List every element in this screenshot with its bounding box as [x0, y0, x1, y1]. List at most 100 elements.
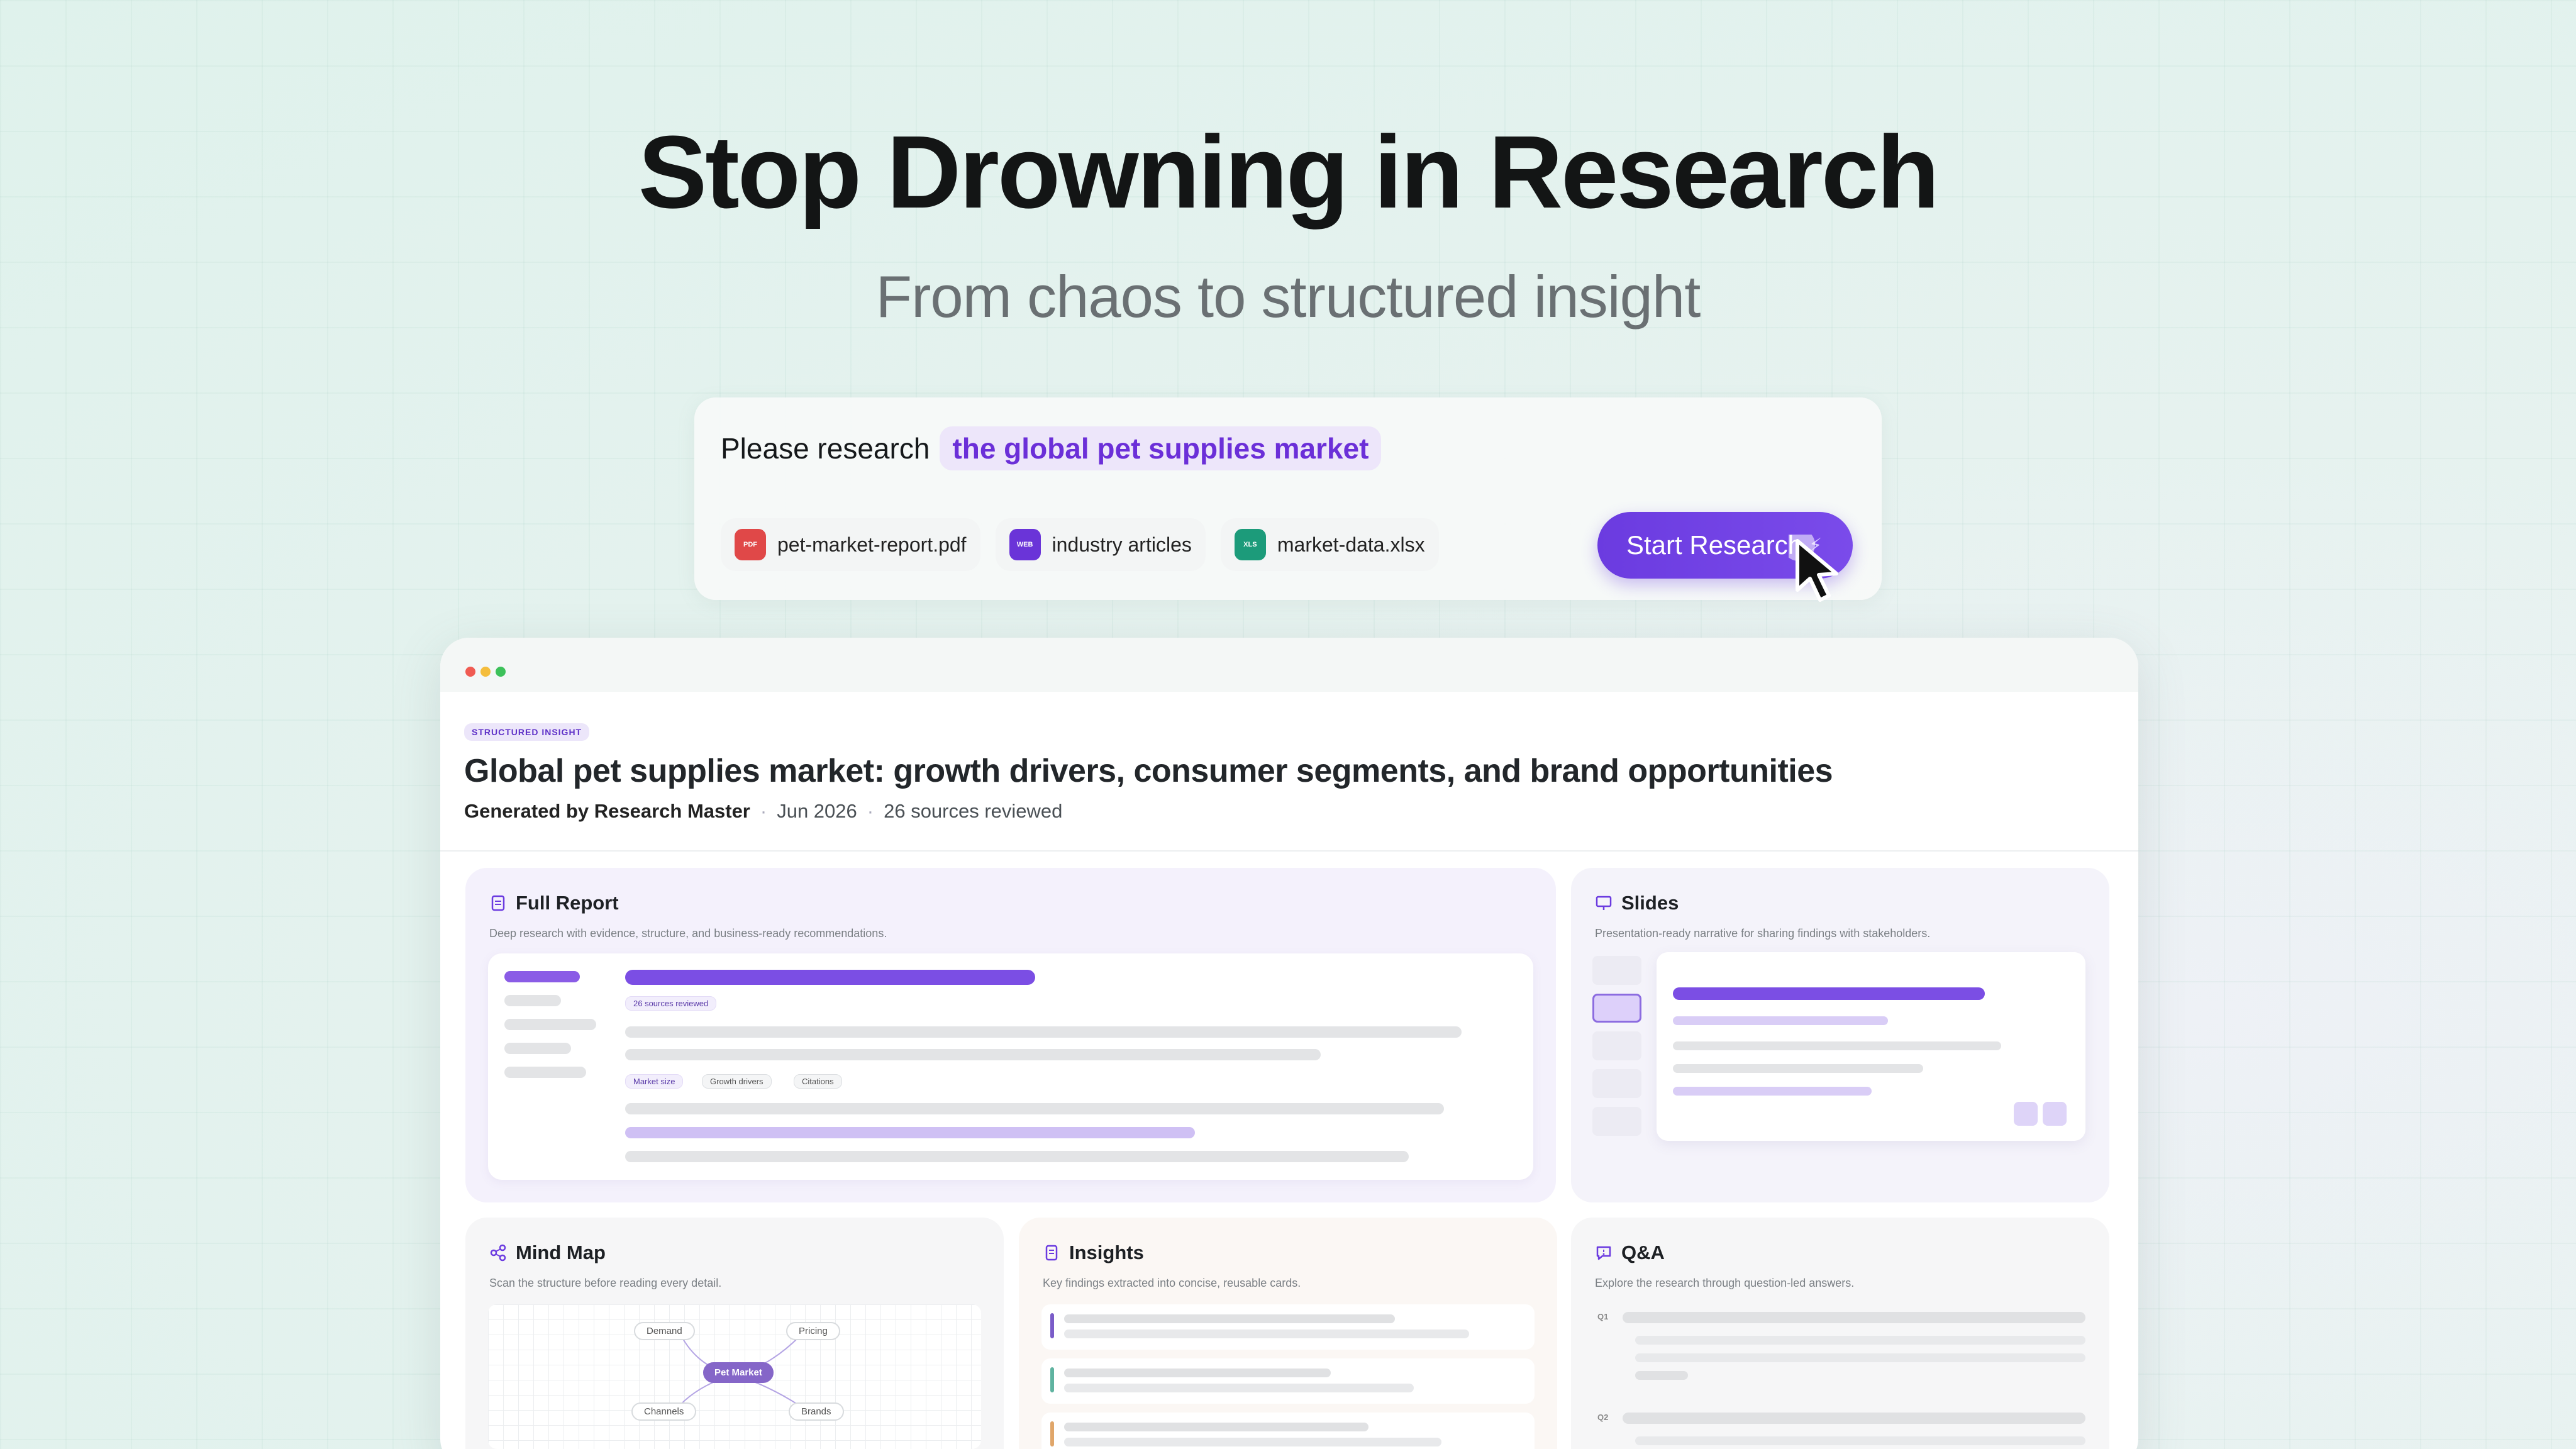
slide-thumbnail[interactable] [1592, 956, 1641, 985]
hero-subtitle: From chaos to structured insight [875, 264, 1701, 330]
generated-by: Generated by Research Master [464, 800, 750, 822]
question-label: Q2 [1597, 1413, 1609, 1422]
insight-line [1064, 1330, 1469, 1338]
hero-title: Stop Drowning in Research [638, 114, 1940, 230]
research-prompt-box[interactable]: Please research the global pet supplies … [694, 397, 1882, 602]
question-label: Q1 [1597, 1312, 1609, 1321]
attachment-name: market-data.xlsx [1277, 533, 1425, 556]
mind-map-node[interactable]: Pricing [786, 1322, 840, 1340]
attachment-name: industry articles [1052, 533, 1192, 556]
topic-tag[interactable]: Growth drivers [702, 1074, 772, 1089]
slide-thumbnail[interactable] [1592, 1107, 1641, 1136]
attachment-chip-pdf[interactable]: PDF pet-market-report.pdf [721, 518, 980, 571]
topic-tag[interactable]: Citations [794, 1074, 842, 1089]
slide-heading-placeholder [1673, 987, 1985, 1000]
report-preview: 26 sources reviewed Market size Growth d… [488, 953, 1533, 1180]
insights-card[interactable]: Insights Key findings extracted into con… [1019, 1218, 1557, 1449]
document-date: Jun 2026 [777, 800, 857, 822]
insight-accent [1050, 1421, 1054, 1446]
insight-accent [1050, 1367, 1054, 1392]
topic-tag[interactable]: Market size [625, 1074, 684, 1089]
presentation-icon [1596, 896, 1612, 910]
document-title: Global pet supplies market: growth drive… [464, 753, 1833, 789]
insight-accent [1050, 1313, 1054, 1338]
minimize-window-dot[interactable] [480, 667, 491, 677]
slides-card[interactable]: Slides Presentation-ready narrative for … [1571, 868, 2109, 1202]
insight-item[interactable] [1041, 1413, 1535, 1449]
mind-map-node[interactable]: Demand [634, 1322, 695, 1340]
card-title: Insights [1069, 1241, 1144, 1263]
slide-text-line [1673, 1064, 1923, 1073]
card-description: Deep research with evidence, structure, … [489, 927, 887, 940]
attachment-chips: PDF pet-market-report.pdf WEB industry a… [721, 518, 1439, 571]
document-icon [491, 895, 505, 911]
mind-map-node[interactable]: Channels [631, 1402, 697, 1421]
toc-item-active [504, 971, 580, 982]
mouse-pointer-icon [1789, 535, 1838, 602]
slide-nav-next[interactable] [2043, 1102, 2067, 1126]
maximize-window-dot[interactable] [496, 667, 506, 677]
answer-line [1635, 1436, 2085, 1445]
question-line[interactable] [1623, 1413, 2085, 1424]
slide-thumbnail[interactable] [1592, 1031, 1641, 1060]
attachment-name: pet-market-report.pdf [777, 533, 967, 556]
insight-line [1064, 1438, 1441, 1446]
card-title: Full Report [516, 892, 619, 914]
text-line [625, 1026, 1462, 1038]
prompt-line: Please research the global pet supplies … [721, 426, 1382, 470]
attachment-chip-web[interactable]: WEB industry articles [995, 518, 1206, 571]
document-header: STRUCTURED INSIGHT Global pet supplies m… [440, 692, 2138, 852]
document-meta: Generated by Research Master · Jun 2026 … [464, 800, 1062, 823]
spreadsheet-file-icon: XLS [1234, 529, 1266, 560]
slide-text-line [1673, 1016, 1888, 1025]
answer-line [1635, 1371, 1688, 1380]
text-line [625, 1049, 1321, 1060]
answer-line [1635, 1336, 2085, 1345]
insight-line [1064, 1368, 1331, 1377]
meta-separator: · [867, 800, 874, 822]
sources-count: 26 sources reviewed [884, 800, 1063, 822]
slide-thumbnail[interactable] [1592, 1069, 1641, 1098]
answer-line [1635, 1353, 2085, 1362]
card-description: Scan the structure before reading every … [489, 1277, 722, 1289]
text-line [625, 1151, 1409, 1162]
share-nodes-icon [490, 1244, 506, 1262]
card-title: Q&A [1621, 1241, 1665, 1263]
insight-item[interactable] [1041, 1304, 1535, 1350]
close-window-dot[interactable] [465, 667, 475, 677]
text-line [625, 1103, 1444, 1114]
card-title: Slides [1621, 892, 1679, 914]
insight-line [1064, 1384, 1414, 1392]
window-titlebar [440, 638, 2138, 692]
sources-reviewed-tag: 26 sources reviewed [625, 996, 717, 1011]
meta-separator: · [760, 800, 767, 822]
card-description: Presentation-ready narrative for sharing… [1595, 927, 1931, 940]
mind-map-center-node[interactable]: Pet Market [703, 1362, 774, 1383]
question-line[interactable] [1623, 1312, 2085, 1323]
full-report-card[interactable]: Full Report Deep research with evidence,… [465, 868, 1556, 1202]
qa-card[interactable]: Q&A Explore the research through questio… [1571, 1218, 2109, 1449]
slide-text-line [1673, 1087, 1872, 1096]
mind-map-node[interactable]: Brands [789, 1402, 844, 1421]
notes-icon [1045, 1245, 1058, 1261]
card-title: Mind Map [516, 1241, 606, 1263]
attachment-chip-xls[interactable]: XLS market-data.xlsx [1220, 518, 1439, 571]
mind-map-card[interactable]: Mind Map Scan the structure before readi… [465, 1218, 1004, 1449]
start-research-label: Start Research [1626, 530, 1803, 560]
structured-insight-tag: STRUCTURED INSIGHT [464, 723, 590, 741]
web-file-icon: WEB [1009, 529, 1041, 560]
prompt-topic-highlight[interactable]: the global pet supplies market [940, 426, 1382, 470]
insight-line [1064, 1314, 1395, 1323]
slide-nav-prev[interactable] [2014, 1102, 2038, 1126]
card-description: Explore the research through question-le… [1595, 1277, 1855, 1289]
highlighted-text-line [625, 1127, 1195, 1138]
insight-item[interactable] [1041, 1358, 1535, 1404]
card-description: Key findings extracted into concise, reu… [1043, 1277, 1301, 1289]
slide-preview [1657, 952, 2085, 1141]
insight-line [1064, 1423, 1368, 1431]
toc-item [504, 1043, 571, 1054]
slide-thumbnail-active[interactable] [1592, 994, 1641, 1023]
report-heading-placeholder [625, 970, 1035, 985]
toc-item [504, 995, 561, 1006]
mind-map-canvas: Demand Pricing Channels Brands Pet Marke… [488, 1304, 981, 1449]
